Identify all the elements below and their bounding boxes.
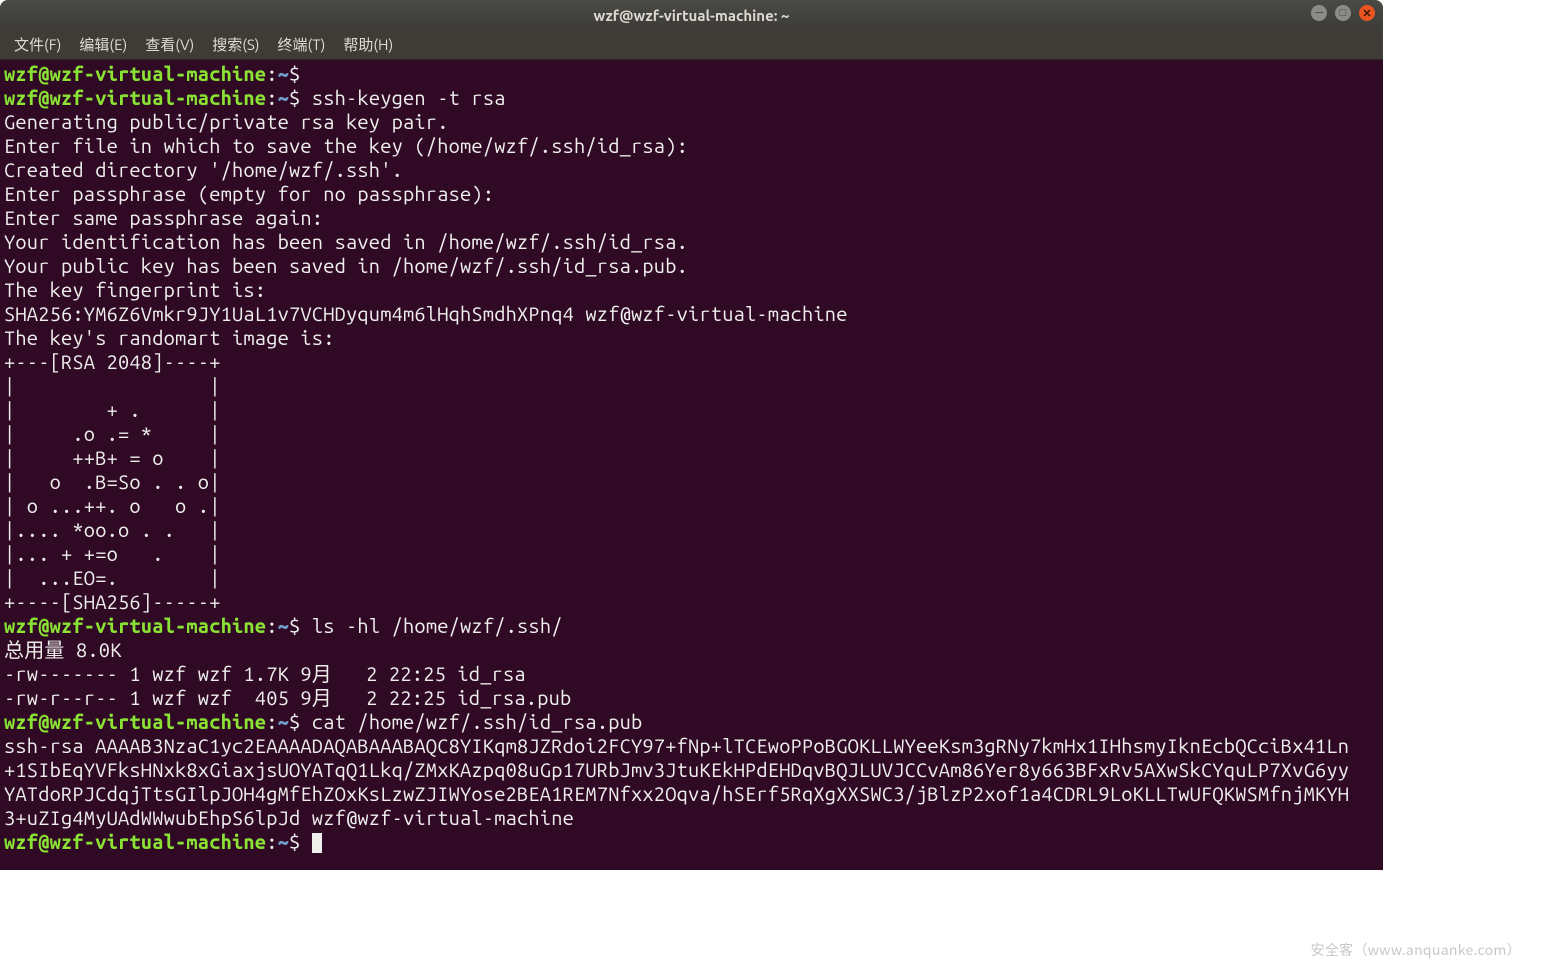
randomart-line: | o .B=So . . o| [4,470,221,493]
terminal-window: wzf@wzf-virtual-machine: ~ ─ □ ✕ 文件(F) 编… [0,0,1383,870]
menu-terminal[interactable]: 终端(T) [270,30,334,59]
window-title: wzf@wzf-virtual-machine: ~ [594,7,790,24]
randomart-line: | + . | [4,398,221,421]
cmd-ls: ls -hl /home/wzf/.ssh/ [300,614,562,637]
out-line: The key's randomart image is: [4,326,335,349]
pubkey-line: +1SIbEqYVFksHNxk8xGiaxjsUOYATqQ1Lkq/ZMxK… [4,758,1349,781]
menu-view[interactable]: 查看(V) [137,30,202,59]
out-line: 总用量 8.0K [4,638,122,661]
out-line: SHA256:YM6Z6Vmkr9JY1UaL1v7VCHDyqum4m6lHq… [4,302,848,325]
prompt-path: ~ [278,614,289,637]
watermark-text: 安全客（www.anquanke.com） [1311,940,1521,960]
cmd-cat: cat /home/wzf/.ssh/id_rsa.pub [300,710,642,733]
out-line: Created directory '/home/wzf/.ssh'. [4,158,403,181]
out-line: Enter file in which to save the key (/ho… [4,134,699,157]
minimize-button[interactable]: ─ [1311,5,1327,21]
menu-search[interactable]: 搜索(S) [204,30,267,59]
randomart-line: | | [4,374,221,397]
close-button[interactable]: ✕ [1359,5,1375,21]
prompt-path: ~ [278,710,289,733]
randomart-line: | .o .= * | [4,422,221,445]
out-line: Your identification has been saved in /h… [4,230,688,253]
ls-line: -rw-r--r-- 1 wzf wzf 405 9月 2 22:25 id_r… [4,686,571,709]
prompt-sym: $ [289,614,300,637]
menu-help[interactable]: 帮助(H) [335,30,401,59]
ls-line: -rw------- 1 wzf wzf 1.7K 9月 2 22:25 id_… [4,662,526,685]
prompt-sep: : [266,830,277,853]
pubkey-line: ssh-rsa AAAAB3NzaC1yc2EAAAADAQABAAABAQC8… [4,734,1349,757]
out-line: Enter passphrase (empty for no passphras… [4,182,506,205]
cursor-icon [312,833,322,853]
prompt-user: wzf@wzf-virtual-machine [4,710,266,733]
prompt-user: wzf@wzf-virtual-machine [4,830,266,853]
prompt-sep: : [266,86,277,109]
randomart-line: +---[RSA 2048]----+ [4,350,221,373]
prompt-sym: $ [289,62,300,85]
cmd-empty [300,830,311,853]
prompt-path: ~ [278,86,289,109]
randomart-line: |.... *oo.o . . | [4,518,221,541]
randomart-line: | ...EO=. | [4,566,221,589]
pubkey-line: YATdoRPJCdqjTtsGIlpJOH4gMfEhZOxKsLzwZJIW… [4,782,1349,805]
menu-edit[interactable]: 编辑(E) [71,30,135,59]
prompt-sym: $ [289,86,300,109]
out-line: Enter same passphrase again: [4,206,335,229]
terminal-output[interactable]: wzf@wzf-virtual-machine:~$ wzf@wzf-virtu… [0,60,1383,858]
randomart-line: +----[SHA256]-----+ [4,590,221,613]
cmd-keygen: ssh-keygen -t rsa [300,86,505,109]
prompt-sep: : [266,710,277,733]
prompt-sep: : [266,614,277,637]
watermark: 安全客（www.anquanke.com） [1311,940,1521,960]
randomart-line: | ++B+ = o | [4,446,221,469]
window-controls: ─ □ ✕ [1311,5,1375,21]
randomart-line: | o ...++. o o .| [4,494,221,517]
prompt-sym: $ [289,710,300,733]
prompt-sym: $ [289,830,300,853]
out-line: The key fingerprint is: [4,278,266,301]
prompt-path: ~ [278,62,289,85]
prompt-path: ~ [278,830,289,853]
maximize-button[interactable]: □ [1335,5,1351,21]
pubkey-line: 3+uZIg4MyUAdWWwubEhpS6lpJd wzf@wzf-virtu… [4,806,574,829]
prompt-user: wzf@wzf-virtual-machine [4,614,266,637]
prompt-user: wzf@wzf-virtual-machine [4,86,266,109]
prompt-user: wzf@wzf-virtual-machine [4,62,266,85]
titlebar[interactable]: wzf@wzf-virtual-machine: ~ ─ □ ✕ [0,0,1383,30]
randomart-line: |... + +=o . | [4,542,221,565]
menu-file[interactable]: 文件(F) [6,30,69,59]
menubar: 文件(F) 编辑(E) 查看(V) 搜索(S) 终端(T) 帮助(H) [0,30,1383,60]
out-line: Generating public/private rsa key pair. [4,110,449,133]
out-line: Your public key has been saved in /home/… [4,254,688,277]
prompt-sep: : [266,62,277,85]
cmd-empty [300,62,311,85]
